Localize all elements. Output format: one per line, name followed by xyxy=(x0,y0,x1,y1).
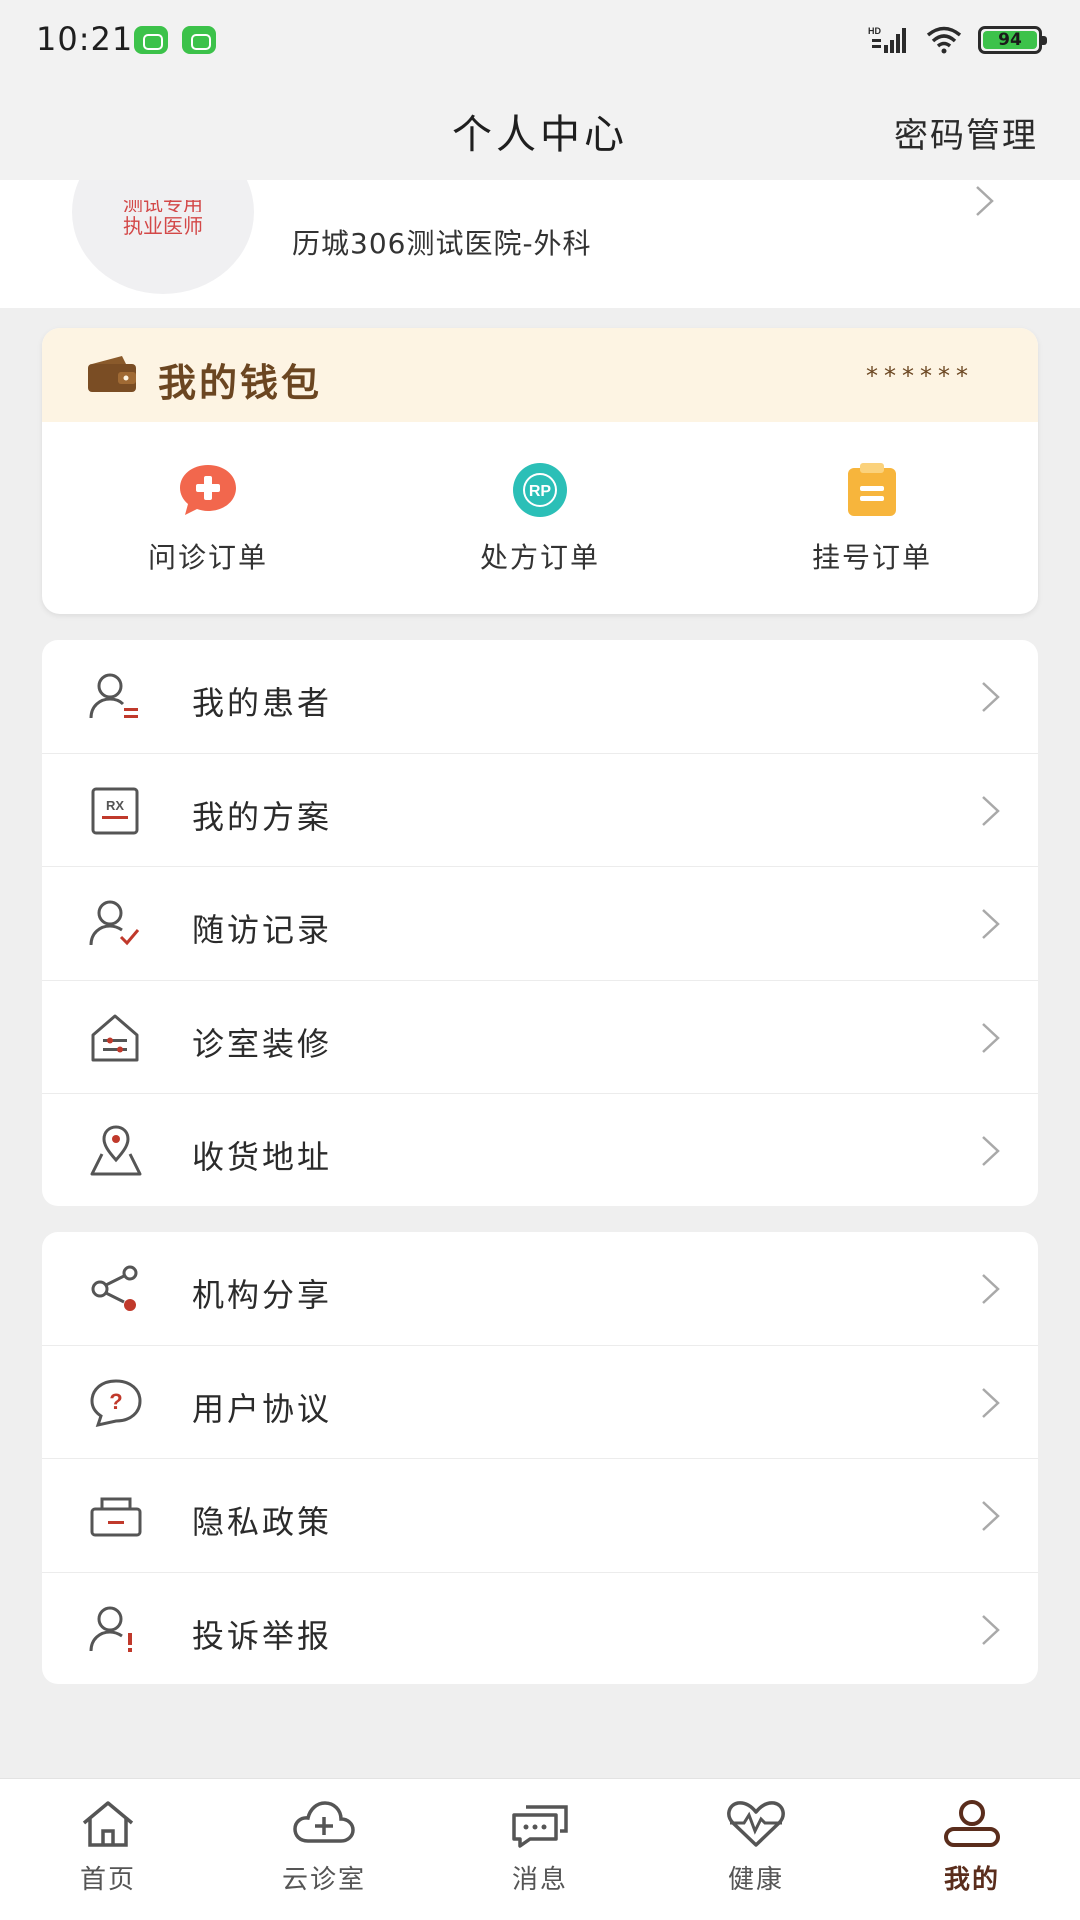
secondary-menu: 机构分享 ? 用户协议 隐私政策 投诉举报 xyxy=(42,1232,1038,1684)
chevron-right-icon xyxy=(982,1387,1000,1418)
svg-text:?: ? xyxy=(109,1389,122,1414)
question-bubble-icon: ? xyxy=(90,1378,142,1427)
chevron-right-icon xyxy=(982,1022,1000,1053)
tab-label: 消息 xyxy=(511,1865,568,1895)
order-label: 处方订单 xyxy=(479,541,600,574)
menu-item-label: 随访记录 xyxy=(192,911,333,949)
order-shortcuts: 问诊订单 RP 处方订单 挂号订单 xyxy=(42,422,1038,614)
menu-item-my-plans[interactable]: RX 我的方案 xyxy=(42,754,1038,867)
share-icon xyxy=(91,1265,138,1311)
menu-item-label: 收货地址 xyxy=(192,1138,333,1176)
battery-level: 94 xyxy=(983,30,1037,50)
password-management-button[interactable]: 密码管理 xyxy=(894,108,1038,157)
page-header: 个人中心 密码管理 xyxy=(0,80,1080,180)
clinic-house-icon xyxy=(91,1014,139,1061)
menu-item-my-patients[interactable]: 我的患者 xyxy=(42,640,1038,754)
wallet-balance-masked: ****** xyxy=(866,362,974,390)
order-label: 问诊订单 xyxy=(147,541,268,574)
app-notification-icon xyxy=(182,26,216,54)
home-icon xyxy=(82,1801,134,1847)
network-type-label: HD xyxy=(868,26,881,36)
menu-item-complaint-report[interactable]: 投诉举报 xyxy=(42,1573,1038,1685)
menu-item-label: 诊室装修 xyxy=(192,1024,333,1063)
bottom-tab-bar: 首页 云诊室 消息 健康 我的 xyxy=(0,1778,1080,1920)
prescription-orders-button[interactable]: RP 处方订单 xyxy=(374,422,706,614)
menu-item-shipping-address[interactable]: 收货地址 xyxy=(42,1094,1038,1206)
svg-text:RX: RX xyxy=(106,798,124,813)
battery-icon: 94 xyxy=(978,26,1047,54)
complaint-user-icon xyxy=(89,1606,132,1652)
app-notification-icon xyxy=(134,26,168,54)
chevron-right-icon xyxy=(982,1501,1000,1531)
wallet-header[interactable]: 我的钱包 ****** xyxy=(42,328,1038,422)
tab-mine[interactable]: 我的 xyxy=(864,1779,1080,1920)
clipboard-icon xyxy=(848,463,896,516)
message-icon xyxy=(512,1805,568,1848)
consult-chat-icon xyxy=(180,465,236,515)
personal-center-page: 10:21 HD 94 个人中心 密码管理 测试专用 执业医师 历城306测试医… xyxy=(0,0,1080,1920)
doctor-badge: 测试专用 执业医师 xyxy=(72,200,254,240)
chevron-right-icon xyxy=(976,186,994,216)
chevron-right-icon xyxy=(982,682,1000,712)
patient-icon xyxy=(89,673,138,719)
menu-item-institution-share[interactable]: 机构分享 xyxy=(42,1232,1038,1346)
profile-card[interactable]: 测试专用 执业医师 历城306测试医院-外科 xyxy=(0,180,1080,308)
location-pin-icon xyxy=(90,1125,142,1176)
tab-cloud-clinic[interactable]: 云诊室 xyxy=(216,1779,432,1920)
status-bar: 10:21 HD 94 xyxy=(0,0,1080,80)
registration-orders-button[interactable]: 挂号订单 xyxy=(706,422,1038,614)
chevron-right-icon xyxy=(982,1136,1000,1166)
chevron-right-icon xyxy=(982,1614,1000,1645)
rp-prescription-icon: RP xyxy=(513,463,567,517)
svg-text:RP: RP xyxy=(529,483,552,500)
wallet-icon xyxy=(88,356,136,392)
wallet-title: 我的钱包 xyxy=(158,361,323,405)
menu-item-label: 隐私政策 xyxy=(192,1503,333,1541)
follow-up-icon xyxy=(89,900,140,946)
menu-item-label: 机构分享 xyxy=(192,1276,333,1314)
consult-orders-button[interactable]: 问诊订单 xyxy=(42,422,374,614)
tab-label: 首页 xyxy=(79,1865,136,1895)
menu-item-label: 我的患者 xyxy=(192,684,333,722)
badge-top-text: 测试专用 xyxy=(123,200,203,212)
chevron-right-icon xyxy=(982,1274,1000,1304)
signal-icon: HD xyxy=(868,26,906,53)
tab-label: 我的 xyxy=(943,1865,1000,1895)
rx-plan-icon: RX xyxy=(91,787,139,834)
tab-home[interactable]: 首页 xyxy=(0,1779,216,1920)
tab-label: 健康 xyxy=(727,1865,784,1895)
tab-messages[interactable]: 消息 xyxy=(432,1779,648,1920)
order-label: 挂号订单 xyxy=(811,541,932,574)
chevron-right-icon xyxy=(982,795,1000,826)
chevron-right-icon xyxy=(982,909,1000,939)
tab-health[interactable]: 健康 xyxy=(648,1779,864,1920)
heart-pulse-icon xyxy=(727,1801,785,1847)
primary-menu: 我的患者 RX 我的方案 随访记录 诊室装修 收货地址 xyxy=(42,640,1038,1206)
wallet-card: 我的钱包 ****** 问诊订单 RP 处方订单 挂号订单 xyxy=(42,328,1038,614)
menu-item-user-agreement[interactable]: ? 用户协议 xyxy=(42,1346,1038,1459)
avatar: 测试专用 执业医师 xyxy=(72,180,254,294)
status-time: 10:21 xyxy=(36,20,134,58)
menu-item-label: 投诉举报 xyxy=(192,1616,333,1655)
tab-label: 云诊室 xyxy=(281,1865,366,1895)
menu-item-clinic-decoration[interactable]: 诊室装修 xyxy=(42,981,1038,1094)
badge-main-text: 执业医师 xyxy=(123,214,203,238)
wifi-icon xyxy=(926,26,962,54)
menu-item-follow-up[interactable]: 随访记录 xyxy=(42,867,1038,981)
cloud-plus-icon xyxy=(293,1801,355,1843)
menu-item-label: 用户协议 xyxy=(192,1389,333,1428)
hospital-department: 历城306测试医院-外科 xyxy=(292,227,592,260)
privacy-box-icon xyxy=(90,1497,142,1537)
profile-icon xyxy=(944,1800,1000,1847)
menu-item-privacy-policy[interactable]: 隐私政策 xyxy=(42,1459,1038,1573)
menu-item-label: 我的方案 xyxy=(192,797,333,836)
